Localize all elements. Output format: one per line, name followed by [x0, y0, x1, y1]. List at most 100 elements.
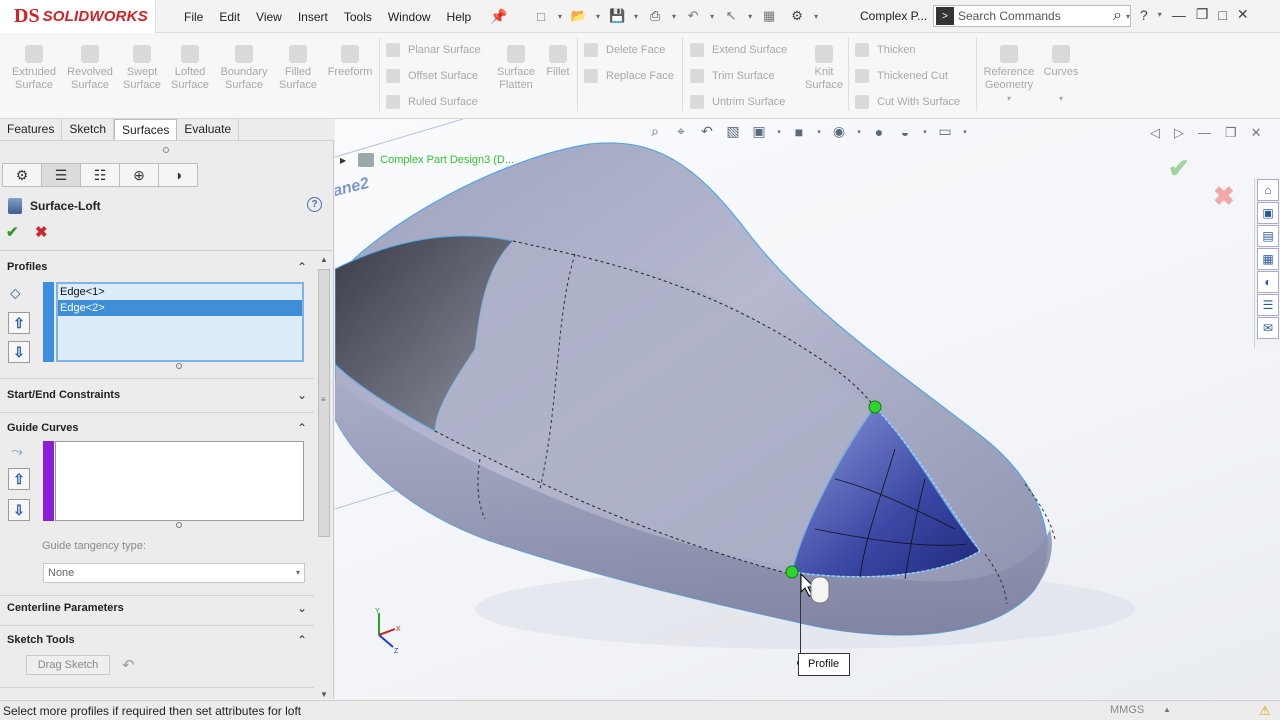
close-icon[interactable]: ✕ [1237, 6, 1249, 23]
edit-appearance-icon[interactable]: ● [869, 124, 889, 140]
previous-view-icon[interactable]: ↶ [697, 123, 717, 140]
menu-edit[interactable]: Edit [211, 10, 248, 24]
search-commands-box[interactable]: > Search Commands ⌕ ▾ [933, 5, 1131, 27]
move-down-button[interactable]: ⇩ [8, 341, 30, 363]
home-icon[interactable]: ⌂ [1257, 179, 1279, 201]
save-dropdown-icon[interactable]: ▾ [634, 12, 638, 21]
display-style-dropdown-icon[interactable]: ▾ [815, 128, 823, 136]
connector-handle[interactable] [868, 400, 882, 414]
help-dropdown-icon[interactable]: ▾ [1158, 10, 1162, 19]
menu-insert[interactable]: Insert [290, 10, 336, 24]
list-item[interactable]: Edge<2> [58, 300, 302, 316]
viewport-close-icon[interactable]: ✕ [1251, 125, 1262, 141]
minimize-icon[interactable]: — [1172, 7, 1186, 23]
move-down-button[interactable]: ⇩ [8, 499, 30, 521]
viewport-minimize-icon[interactable]: — [1198, 125, 1211, 141]
feature-manager-tab-icon[interactable]: ⚙ [2, 163, 42, 187]
expand-chevron-icon[interactable]: ⌄ [297, 388, 307, 402]
rebuild-icon[interactable]: ▦ [758, 6, 780, 26]
viewport-back-icon[interactable]: ◁ [1150, 125, 1160, 141]
save-icon[interactable]: 💾 [606, 6, 628, 26]
replace-face-button[interactable]: Replace Face [584, 69, 674, 83]
extruded-surface-button[interactable]: Extruded Surface [6, 45, 62, 92]
menu-window[interactable]: Window [380, 10, 439, 24]
tab-features[interactable]: Features [0, 119, 63, 140]
apply-scene-icon[interactable]: ◒ [895, 124, 915, 140]
unit-system-dropdown-icon[interactable]: ▲ [1163, 705, 1171, 714]
menu-view[interactable]: View [248, 10, 290, 24]
list-resize-handle[interactable] [176, 522, 182, 528]
trim-surface-button[interactable]: Trim Surface [690, 69, 775, 83]
appearances-icon[interactable]: ◐ [1257, 271, 1279, 293]
menu-help[interactable]: Help [439, 10, 480, 24]
select-arrow-icon[interactable]: ↖ [720, 6, 742, 26]
curves-button[interactable]: Curves ▾ [1036, 45, 1086, 105]
cut-with-surface-button[interactable]: Cut With Surface [855, 95, 960, 109]
move-up-button[interactable]: ⇧ [8, 468, 30, 490]
connector-handle[interactable] [785, 565, 799, 579]
drag-sketch-button[interactable]: Drag Sketch [26, 655, 110, 675]
tab-surfaces[interactable]: Surfaces [114, 119, 178, 140]
flyout-feature-tree[interactable]: ▶ Complex Part Design3 (D... [340, 153, 514, 167]
search-icon[interactable]: ⌕ [1113, 7, 1122, 25]
undo-sketch-drag-icon[interactable]: ↶ [122, 656, 135, 674]
display-manager-tab-icon[interactable]: ◑ [158, 163, 198, 187]
revolved-surface-button[interactable]: Revolved Surface [62, 45, 118, 92]
solidworks-logo[interactable]: DS SOLIDWORKS [0, 0, 156, 33]
list-resize-handle[interactable] [176, 363, 182, 369]
filled-surface-button[interactable]: Filled Surface [270, 45, 326, 92]
profile-callout[interactable]: Profile [798, 653, 850, 676]
options-dropdown-icon[interactable]: ▾ [814, 12, 818, 21]
guide-curves-group-header[interactable]: Guide Curves ⌃ [0, 417, 314, 439]
zoom-to-area-icon[interactable]: ⌖ [671, 123, 691, 140]
resources-icon[interactable]: ▣ [1257, 202, 1279, 224]
planar-surface-button[interactable]: Planar Surface [386, 43, 481, 57]
viewport-forward-icon[interactable]: ▷ [1174, 125, 1184, 141]
display-style-icon[interactable]: ■ [789, 124, 809, 140]
expand-tree-icon[interactable]: ▶ [340, 156, 346, 165]
options-gear-icon[interactable]: ⚙ [786, 6, 808, 26]
custom-properties-icon[interactable]: ☰ [1257, 294, 1279, 316]
viewport-restore-icon[interactable]: ❐ [1225, 125, 1237, 141]
confirmation-cancel-icon[interactable]: ✖ [1213, 181, 1235, 212]
undo-dropdown-icon[interactable]: ▾ [710, 12, 714, 21]
list-item[interactable]: Edge<1> [58, 284, 302, 300]
undo-icon[interactable]: ↶ [682, 6, 704, 26]
untrim-surface-button[interactable]: Untrim Surface [690, 95, 785, 109]
thickened-cut-button[interactable]: Thickened Cut [855, 69, 948, 83]
start-end-constraints-group-header[interactable]: Start/End Constraints ⌄ [0, 384, 314, 406]
new-dropdown-icon[interactable]: ▾ [558, 12, 562, 21]
view-orientation-dropdown-icon[interactable]: ▾ [775, 128, 783, 136]
property-manager-scrollbar[interactable]: ▲ ≡ ▼ [317, 255, 331, 699]
panel-resize-handle[interactable] [163, 147, 169, 153]
section-view-icon[interactable]: ▧ [723, 123, 743, 140]
new-document-icon[interactable]: □ [530, 6, 552, 26]
tab-evaluate[interactable]: Evaluate [177, 119, 240, 140]
curves-dropdown-icon[interactable]: ▾ [1036, 92, 1086, 105]
zoom-to-fit-icon[interactable]: ⌕ [645, 123, 665, 140]
menu-file[interactable]: File [176, 10, 211, 24]
cancel-x-button[interactable]: ✖ [35, 223, 48, 241]
move-up-button[interactable]: ⇧ [8, 312, 30, 334]
dimxpert-manager-tab-icon[interactable]: ⊕ [119, 163, 159, 187]
profiles-group-header[interactable]: Profiles ⌃ [0, 256, 314, 278]
ruled-surface-button[interactable]: Ruled Surface [386, 95, 478, 109]
hide-show-items-icon[interactable]: ◉ [829, 123, 849, 140]
confirmation-ok-icon[interactable]: ✔ [1168, 153, 1190, 184]
maximize-icon[interactable]: □ [1218, 7, 1226, 23]
collapse-chevron-icon[interactable]: ⌃ [297, 633, 307, 647]
ok-check-button[interactable]: ✔ [6, 223, 19, 241]
view-settings-dropdown-icon[interactable]: ▾ [961, 128, 969, 136]
select-dropdown-icon[interactable]: ▾ [748, 12, 752, 21]
lofted-surface-model[interactable] [335, 119, 1280, 699]
search-dropdown-icon[interactable]: ▾ [1126, 12, 1130, 21]
hide-show-dropdown-icon[interactable]: ▾ [855, 128, 863, 136]
graphics-area[interactable]: ane2 ⌕ ⌖ ↶ ▧ ▣ ▾ ■ ▾ ◉ ▾ ● ◒ ▾ ▭ ▾ ▶ Complex … [335, 119, 1280, 699]
centerline-parameters-group-header[interactable]: Centerline Parameters ⌄ [0, 597, 314, 619]
thicken-button[interactable]: Thicken [855, 43, 916, 57]
dynamic-annotation-icon[interactable]: ▣ [749, 123, 769, 140]
print-dropdown-icon[interactable]: ▾ [672, 12, 676, 21]
open-folder-icon[interactable]: 📂 [568, 6, 590, 26]
extend-surface-button[interactable]: Extend Surface [690, 43, 787, 57]
menu-tools[interactable]: Tools [336, 10, 380, 24]
